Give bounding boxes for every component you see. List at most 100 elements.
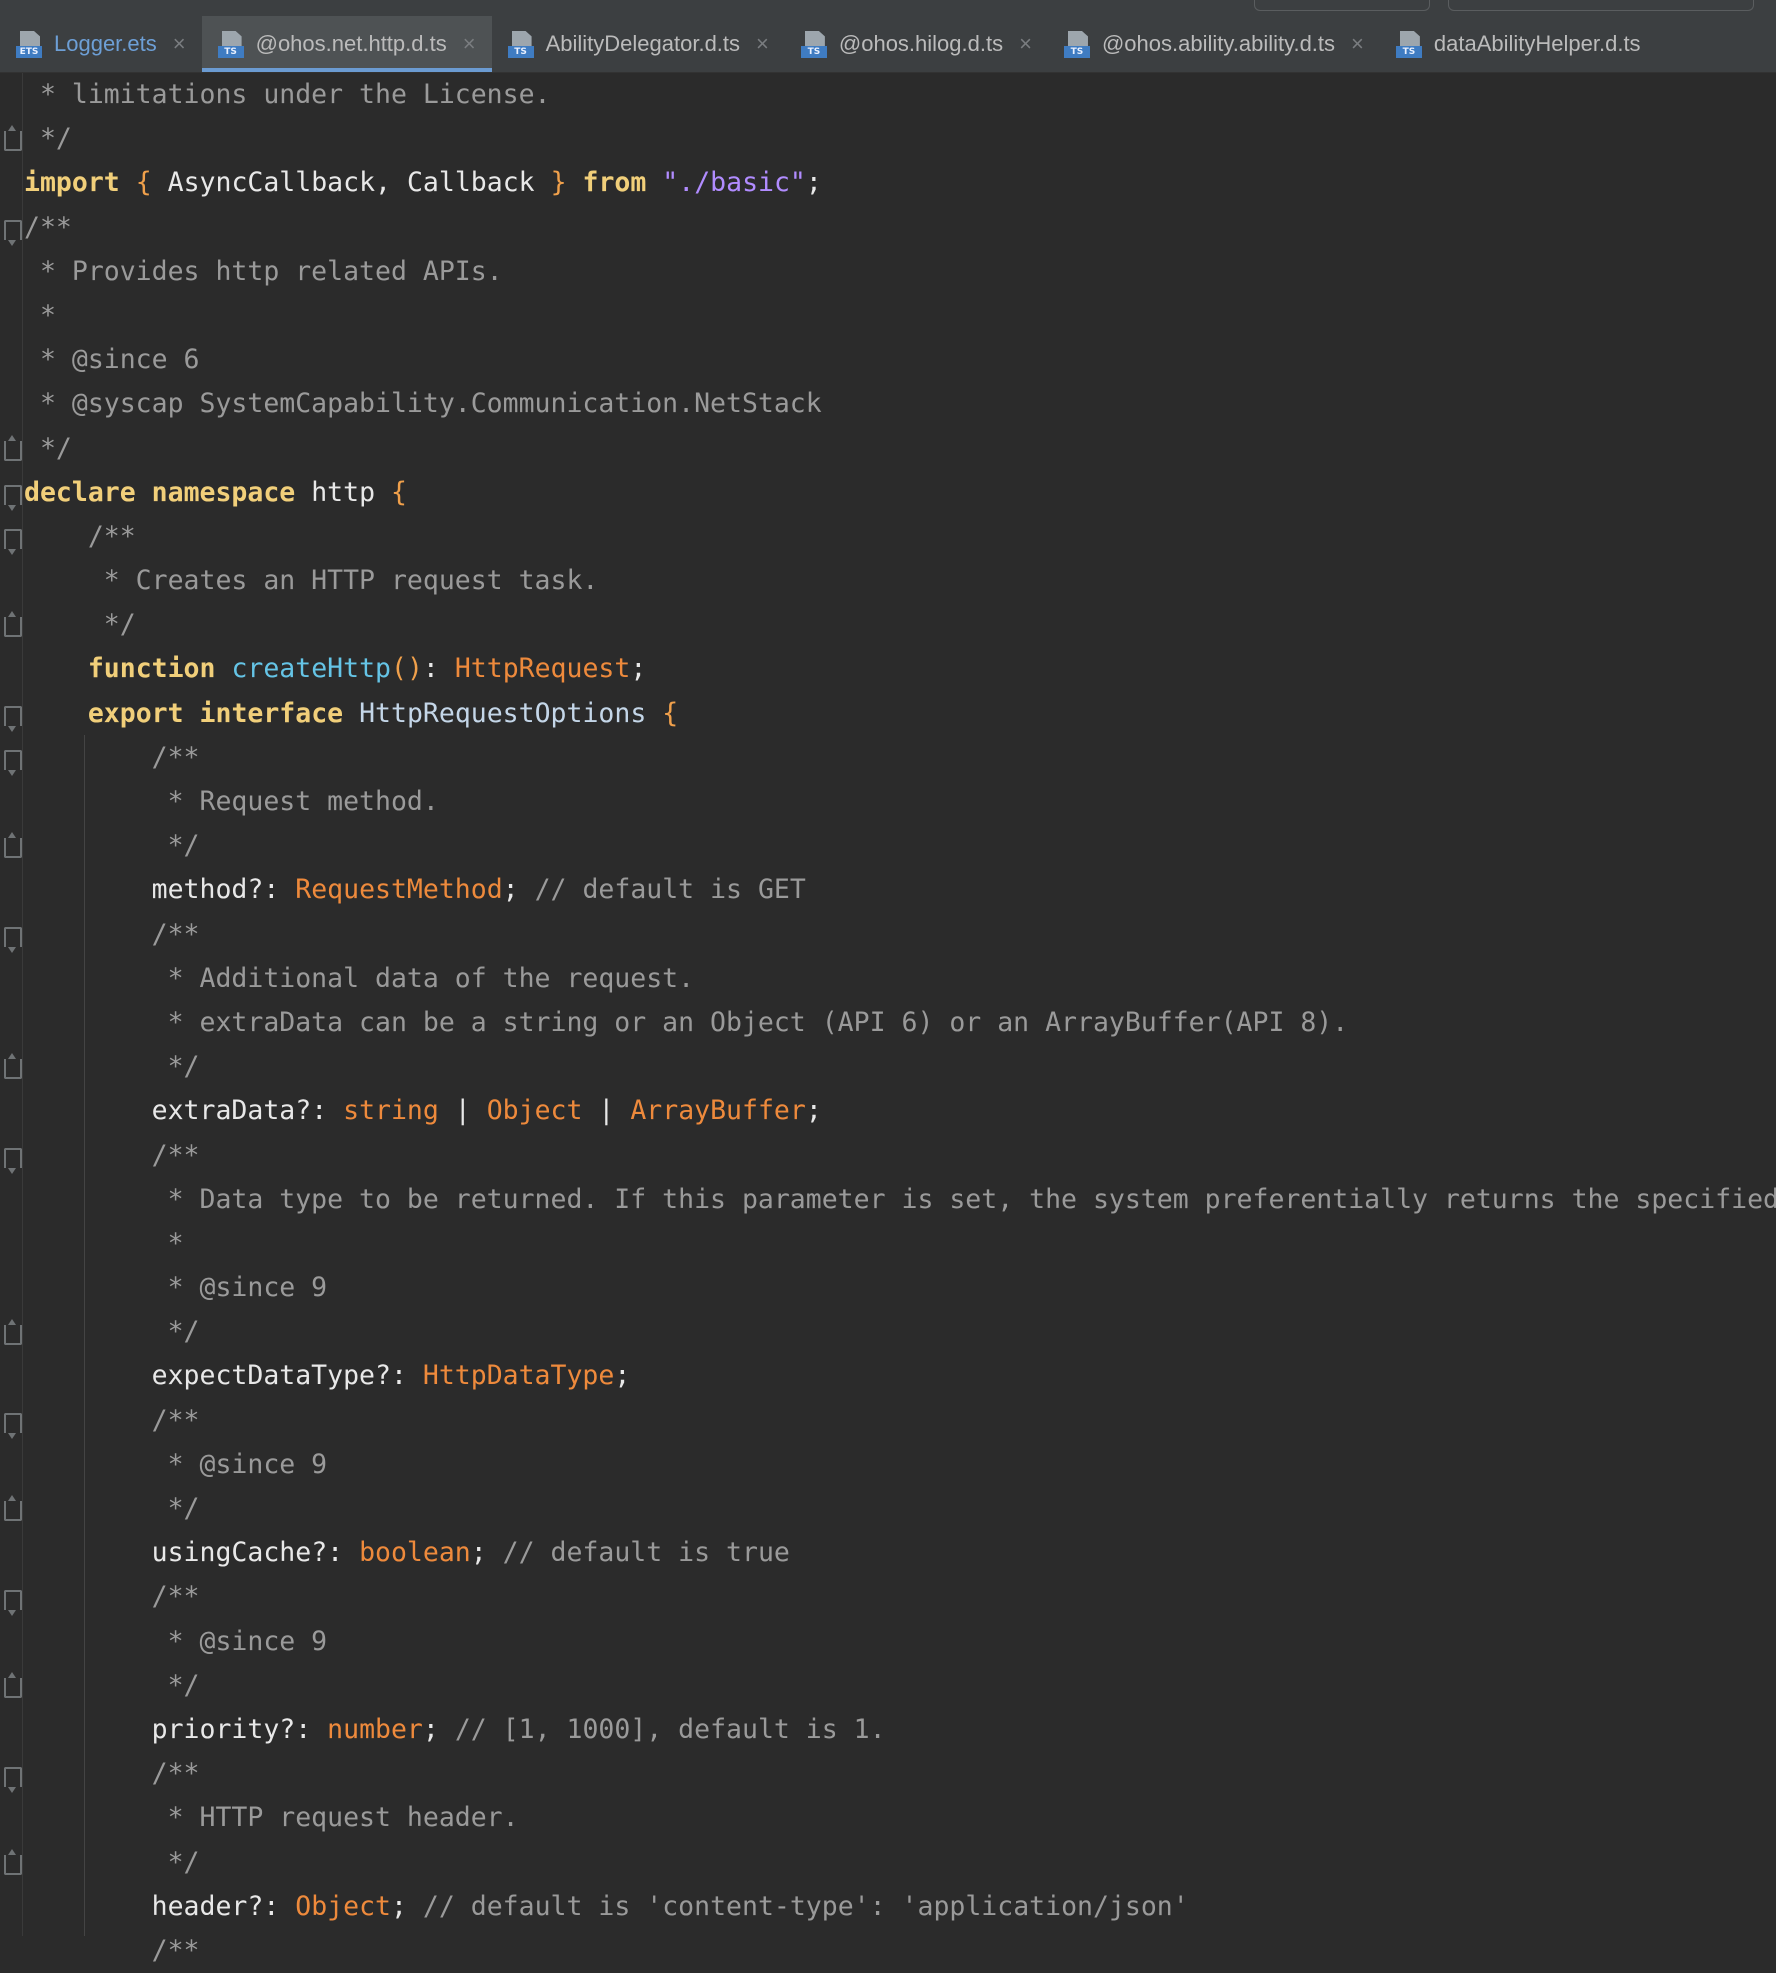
- code-token: */: [24, 830, 200, 862]
- fold-collapse-icon[interactable]: [4, 219, 22, 246]
- code-line: */: [24, 427, 1776, 471]
- tab-close-icon[interactable]: ×: [463, 31, 476, 57]
- code-line: */: [24, 117, 1776, 161]
- fold-end-icon[interactable]: [4, 1053, 22, 1080]
- code-token: }: [550, 167, 567, 199]
- tab-close-icon[interactable]: ×: [1019, 31, 1032, 57]
- code-token: /**: [24, 1139, 200, 1171]
- fold-collapse-icon[interactable]: [4, 484, 22, 511]
- code-token: expectDataType: [24, 1360, 375, 1392]
- code-token: ;: [630, 653, 647, 685]
- code-token: ?:: [295, 1095, 344, 1127]
- code-line: * @since 9: [24, 1620, 1776, 1664]
- code-content[interactable]: * limitations under the License. */ impor…: [24, 73, 1776, 1973]
- tab-ohos-ability-ability-d-ts[interactable]: TS @ohos.ability.ability.d.ts ×: [1048, 16, 1380, 72]
- toolbar-widget[interactable]: [1448, 0, 1754, 11]
- code-line: expectDataType?: HttpDataType;: [24, 1354, 1776, 1398]
- fold-collapse-icon[interactable]: [4, 750, 22, 776]
- code-token: * @since 9: [24, 1625, 328, 1657]
- code-token: /**: [24, 1581, 200, 1613]
- fold-collapse-icon[interactable]: [4, 1766, 22, 1793]
- code-token: */: [24, 123, 72, 155]
- fold-end-icon[interactable]: [4, 1849, 22, 1875]
- code-line: */: [24, 1841, 1776, 1885]
- code-token: */: [24, 1846, 200, 1878]
- fold-end-icon[interactable]: [4, 832, 22, 859]
- code-token: AsyncCallback: [151, 167, 376, 199]
- tab-close-icon[interactable]: ×: [1351, 31, 1364, 57]
- code-token: ?:: [247, 1890, 296, 1922]
- code-line: /**: [24, 736, 1776, 780]
- code-token: |: [582, 1095, 631, 1127]
- code-token: HttpDataType: [422, 1360, 615, 1392]
- file-type-icon: TS: [1395, 30, 1424, 58]
- code-token: * limitations under the License.: [24, 79, 551, 110]
- tab-logger-ets[interactable]: ETS Logger.ets ×: [0, 16, 202, 72]
- tab-label: @ohos.ability.ability.d.ts: [1101, 31, 1336, 56]
- code-token: extraData: [24, 1095, 296, 1127]
- code-token: export: [87, 697, 184, 729]
- code-token: header: [24, 1890, 248, 1922]
- fold-end-icon[interactable]: [4, 125, 22, 152]
- code-token: * Additional data of the request.: [24, 962, 695, 994]
- file-type-icon: TS: [800, 30, 829, 58]
- tab-label: AbilityDelegator.d.ts: [545, 31, 741, 56]
- toolbar-widget[interactable]: [1254, 0, 1430, 11]
- fold-end-icon[interactable]: [4, 1495, 22, 1522]
- fold-collapse-icon[interactable]: [4, 705, 22, 732]
- code-token: ;: [422, 1713, 455, 1745]
- code-token: method: [24, 874, 248, 906]
- code-line: method?: RequestMethod; // default is GE…: [24, 868, 1776, 912]
- code-token: boolean: [359, 1537, 471, 1569]
- code-line: extraData?: string | Object | ArrayBuffe…: [24, 1089, 1776, 1133]
- code-token: *: [24, 299, 56, 331]
- code-line: *: [24, 1222, 1776, 1266]
- code-token: /**: [24, 741, 200, 773]
- code-token: // default is 'content-type': 'applicati…: [422, 1890, 1189, 1922]
- code-token: * Creates an HTTP request task.: [24, 565, 599, 597]
- code-line: */: [24, 1487, 1776, 1531]
- fold-collapse-icon[interactable]: [4, 1589, 22, 1616]
- tab-dataabilityhelper-d-ts[interactable]: TS dataAbilityHelper.d.ts: [1380, 16, 1657, 72]
- fold-collapse-icon[interactable]: [4, 926, 22, 953]
- code-token: /**: [24, 918, 200, 950]
- fold-end-icon[interactable]: [4, 434, 22, 461]
- code-token: ArrayBuffer: [630, 1095, 806, 1127]
- code-token: ?:: [279, 1713, 328, 1745]
- code-line: */: [24, 603, 1776, 647]
- code-editor[interactable]: * limitations under the License. */ impor…: [0, 73, 1776, 1966]
- code-token: ;: [470, 1537, 503, 1569]
- code-token: ,: [375, 167, 392, 199]
- tab-close-icon[interactable]: ×: [756, 31, 769, 57]
- fold-collapse-icon[interactable]: [4, 1147, 22, 1174]
- tab-close-icon[interactable]: ×: [173, 31, 186, 57]
- code-line: *: [24, 294, 1776, 338]
- fold-end-icon[interactable]: [4, 1672, 22, 1699]
- fold-collapse-icon[interactable]: [4, 529, 22, 555]
- code-token: // default is true: [502, 1537, 790, 1569]
- tab-label: @ohos.net.http.d.ts: [255, 31, 447, 56]
- tab-ohos-net-http-d-ts[interactable]: TS @ohos.net.http.d.ts ×: [201, 16, 492, 72]
- fold-collapse-icon[interactable]: [4, 1413, 22, 1439]
- fold-end-icon[interactable]: [4, 611, 22, 638]
- code-token: * @since 6: [24, 344, 200, 376]
- code-token: * @since 9: [24, 1448, 328, 1480]
- code-token: Callback: [391, 167, 551, 199]
- code-line: */: [24, 824, 1776, 868]
- tab-abilitydelegator-d-ts[interactable]: TS AbilityDelegator.d.ts ×: [492, 16, 785, 72]
- fold-end-icon[interactable]: [4, 1318, 22, 1345]
- tab-label: dataAbilityHelper.d.ts: [1433, 31, 1641, 56]
- editor-tab-bar: ETS Logger.ets × TS @ohos.net.http.d.ts × TS Ab…: [0, 16, 1776, 73]
- code-token: /**: [24, 1404, 200, 1436]
- code-token: namespace: [151, 476, 296, 508]
- code-token: ;: [390, 1890, 423, 1922]
- code-line: header?: Object; // default is 'content-…: [24, 1885, 1776, 1929]
- code-token: {: [390, 476, 407, 508]
- code-line: import { AsyncCallback, Callback } from …: [24, 161, 1776, 205]
- tab-ohos-hilog-d-ts[interactable]: TS @ohos.hilog.d.ts ×: [785, 16, 1048, 72]
